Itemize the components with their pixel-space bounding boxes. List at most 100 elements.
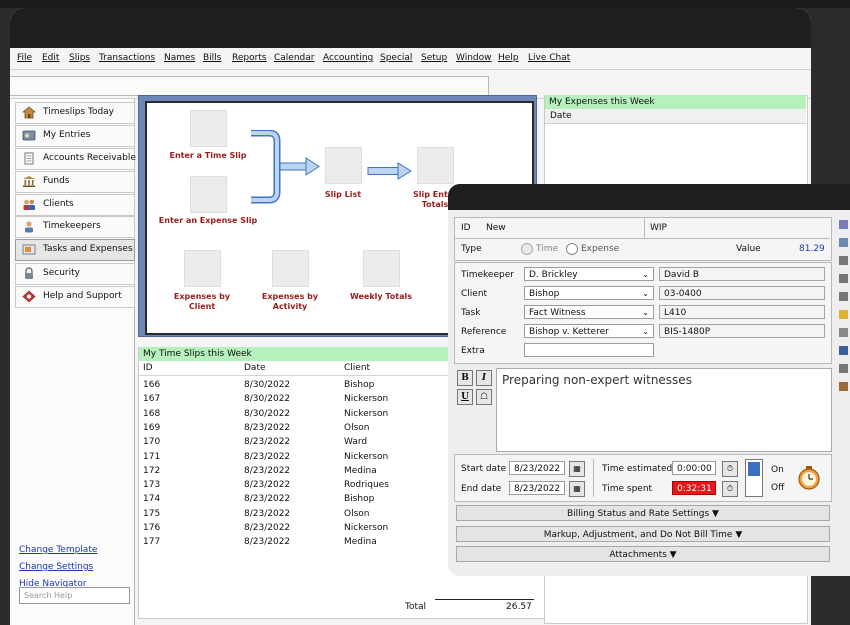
italic-button[interactable]: I <box>476 370 492 386</box>
table-row[interactable]: 167 8/30/2022 Nickerson <box>143 394 443 408</box>
enter-expense-slip-thumbnail[interactable] <box>190 176 227 213</box>
task-label: Task <box>461 308 481 318</box>
undo-icon[interactable] <box>839 364 848 373</box>
start-date-input[interactable]: 8/23/2022 <box>509 461 565 475</box>
table-row[interactable]: 171 8/23/2022 Nickerson <box>143 452 443 466</box>
nav-item-clients[interactable]: Clients <box>15 194 135 216</box>
add-icon[interactable] <box>839 310 848 319</box>
nav-item-help-and-support[interactable]: Help and Support <box>15 286 135 308</box>
table-row[interactable]: 173 8/23/2022 Rodriques <box>143 480 443 494</box>
task-select[interactable]: Fact Witness ⌄ <box>524 305 654 319</box>
description-textarea[interactable]: Preparing non-expert witnesses <box>496 368 832 452</box>
total-rule <box>435 599 534 600</box>
menu-setup[interactable]: Setup <box>421 53 447 63</box>
menu-reports[interactable]: Reports <box>232 53 267 63</box>
menu-transactions[interactable]: Transactions <box>99 53 155 63</box>
search-help-input[interactable]: Search Help <box>19 587 130 604</box>
tools-icon[interactable] <box>839 328 848 337</box>
timer-toggle[interactable] <box>745 459 763 497</box>
help-icon <box>22 290 36 303</box>
menu-live-chat[interactable]: Live Chat <box>528 53 570 63</box>
col-header-id[interactable]: ID <box>143 363 153 373</box>
timekeeper-select[interactable]: D. Brickley ⌄ <box>524 267 654 281</box>
extra-input[interactable] <box>524 343 654 357</box>
nav-item-security[interactable]: Security <box>15 263 135 285</box>
col-header-date[interactable]: Date <box>244 363 266 373</box>
enter-expense-slip-link[interactable]: Enter an Expense Slip <box>159 216 257 226</box>
reference-select[interactable]: Bishop v. Ketterer ⌄ <box>524 324 654 338</box>
expenses-by-client-thumbnail[interactable] <box>184 250 221 287</box>
client-code: 03-0400 <box>659 286 825 300</box>
forward-icon[interactable] <box>839 274 848 283</box>
weekly-totals-thumbnail[interactable] <box>363 250 400 287</box>
dialog-title-bar <box>448 184 850 210</box>
list-icon[interactable] <box>839 220 848 229</box>
table-row[interactable]: 169 8/23/2022 Olson <box>143 423 443 437</box>
nav-item-timeslips-today[interactable]: Timeslips Today <box>15 102 135 124</box>
menu-special[interactable]: Special <box>380 53 412 63</box>
table-row[interactable]: 168 8/30/2022 Nickerson <box>143 409 443 423</box>
slip-list-thumbnail[interactable] <box>325 147 362 184</box>
enter-time-slip-link[interactable]: Enter a Time Slip <box>169 151 246 161</box>
calendar-icon[interactable]: ▦ <box>569 481 585 497</box>
type-expense-radio[interactable] <box>566 243 578 255</box>
row-date: 8/23/2022 <box>244 451 291 462</box>
toolbar-field[interactable] <box>10 76 489 96</box>
table-row[interactable]: 177 8/23/2022 Medina <box>143 537 443 551</box>
col-header-exp-date[interactable]: Date <box>550 111 572 121</box>
menu-edit[interactable]: Edit <box>42 53 59 63</box>
enter-time-slip-thumbnail[interactable] <box>190 110 227 147</box>
markup-adjustment-toggle[interactable]: Markup, Adjustment, and Do Not Bill Time… <box>456 526 830 542</box>
slip-list-link[interactable]: Slip List <box>325 190 361 200</box>
weekly-totals-link[interactable]: Weekly Totals <box>350 292 412 302</box>
nav-item-timekeepers[interactable]: Timekeepers <box>15 216 135 238</box>
people-icon[interactable] <box>839 382 848 391</box>
timekeeper-full-name: David B <box>659 267 825 281</box>
nav-item-accounts-receivable[interactable]: Accounts Receivable <box>15 148 136 170</box>
table-row[interactable]: 170 8/23/2022 Ward <box>143 437 443 451</box>
menu-window[interactable]: Window <box>456 53 492 63</box>
menu-names[interactable]: Names <box>164 53 195 63</box>
expenses-by-client-link[interactable]: Expenses by Client <box>174 292 230 312</box>
stamp-icon[interactable]: ☖ <box>476 389 492 405</box>
change-template-link[interactable]: Change Template <box>19 545 97 555</box>
timekeeper-label: Timekeeper <box>461 270 514 280</box>
menu-accounting[interactable]: Accounting <box>323 53 373 63</box>
expenses-by-activity-link[interactable]: Expenses by Activity <box>262 292 318 312</box>
table-row[interactable]: 175 8/23/2022 Olson <box>143 509 443 523</box>
time-spent-input[interactable]: 0:32:31 <box>672 481 716 495</box>
nav-item-funds[interactable]: Funds <box>15 171 135 193</box>
slip-entry-totals-thumbnail[interactable] <box>417 147 454 184</box>
end-date-input[interactable]: 8/23/2022 <box>509 481 565 495</box>
type-time-radio[interactable] <box>521 243 533 255</box>
save-icon[interactable] <box>839 346 848 355</box>
calendar-icon[interactable]: ▦ <box>569 461 585 477</box>
menu-slips[interactable]: Slips <box>69 53 90 63</box>
col-header-client[interactable]: Client <box>344 363 370 373</box>
stopwatch-icon[interactable]: ⏱ <box>722 461 738 477</box>
time-estimated-input[interactable]: 0:00:00 <box>672 461 716 475</box>
billing-status-toggle[interactable]: Billing Status and Rate Settings ▼ <box>456 505 830 521</box>
underline-button[interactable]: U <box>457 389 473 405</box>
menu-calendar[interactable]: Calendar <box>274 53 314 63</box>
table-row[interactable]: 172 8/23/2022 Medina <box>143 466 443 480</box>
bold-button[interactable]: B <box>457 370 473 386</box>
arrows-icon[interactable] <box>839 238 848 247</box>
change-settings-link[interactable]: Change Settings <box>19 562 93 572</box>
expenses-by-activity-thumbnail[interactable] <box>272 250 309 287</box>
menu-file[interactable]: File <box>17 53 32 63</box>
table-row[interactable]: 176 8/23/2022 Nickerson <box>143 523 443 537</box>
table-row[interactable]: 166 8/30/2022 Bishop <box>143 380 443 394</box>
nav-item-tasks-and-expenses[interactable]: Tasks and Expenses <box>15 239 135 261</box>
stopwatch-icon[interactable]: ⏱ <box>722 481 738 497</box>
nav-item-my-entries[interactable]: My Entries <box>15 125 135 147</box>
attachments-toggle[interactable]: Attachments ▼ <box>456 546 830 562</box>
client-select[interactable]: Bishop ⌄ <box>524 286 654 300</box>
next-icon[interactable] <box>839 292 848 301</box>
header-divider <box>139 375 459 376</box>
menu-help[interactable]: Help <box>498 53 519 63</box>
back-icon[interactable] <box>839 256 848 265</box>
table-row[interactable]: 174 8/23/2022 Bishop <box>143 494 443 508</box>
menu-bills[interactable]: Bills <box>203 53 221 63</box>
timer-clock-icon[interactable] <box>796 465 822 491</box>
